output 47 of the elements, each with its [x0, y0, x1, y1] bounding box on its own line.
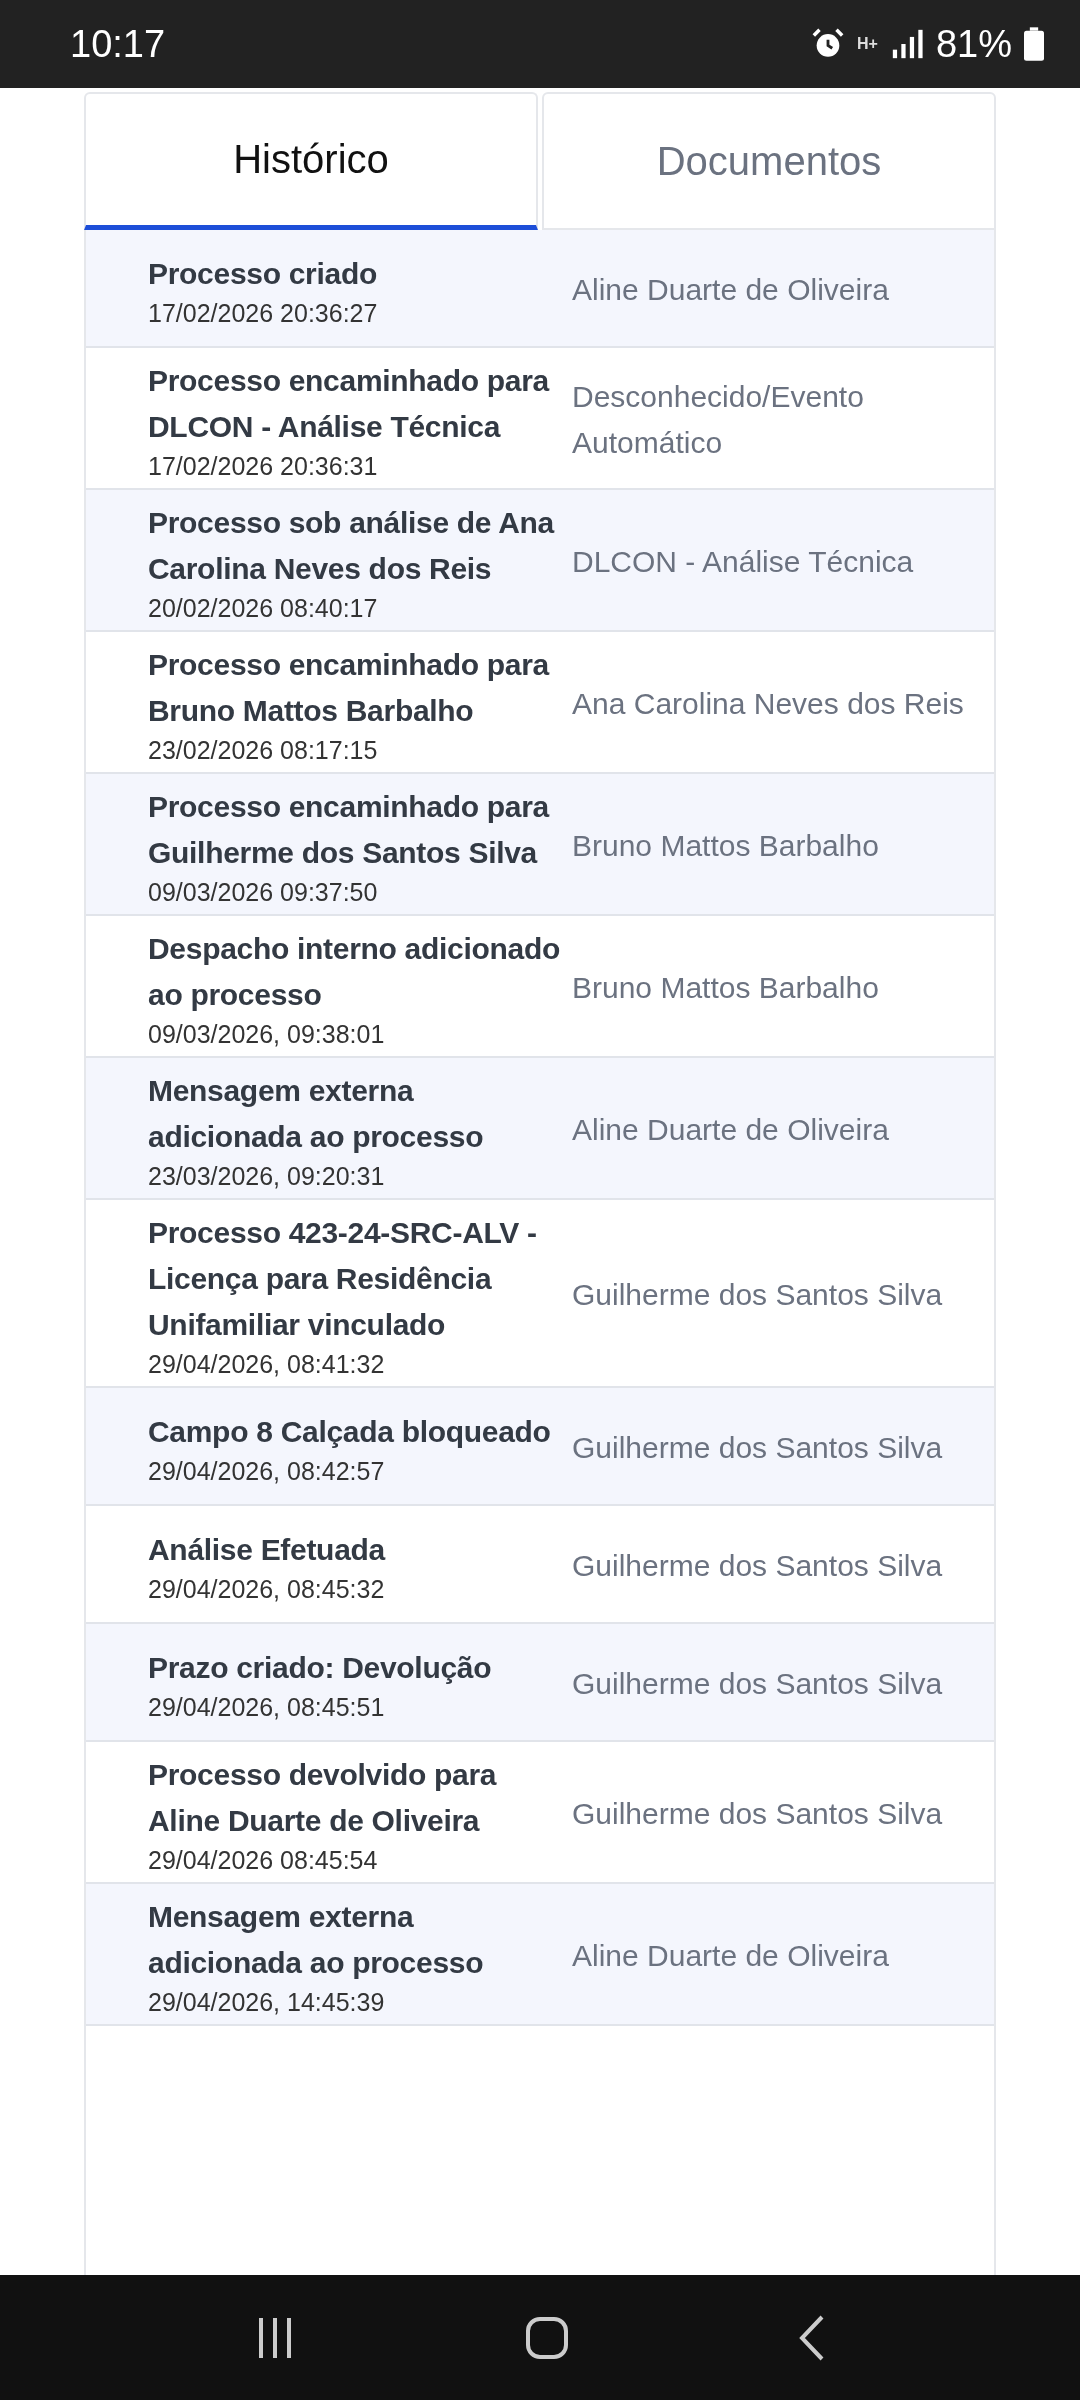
event-date: 29/04/2026, 14:45:39 [148, 1987, 386, 2018]
event-date: 09/03/2026, 09:38:01 [148, 1019, 386, 1050]
event-author: Ana Carolina Neves dos Reis [571, 686, 965, 722]
event-date: 29/04/2026 08:45:54 [148, 1845, 379, 1876]
event-author: Guilherme dos Santos Silva [571, 1548, 944, 1584]
event-author: DLCON - Análise Técnica [571, 544, 915, 580]
event-date: 17/02/2026 20:36:27 [148, 298, 379, 329]
event-title: Mensagem externa adicionada ao processo [148, 1073, 485, 1155]
event-date: 09/03/2026 09:37:50 [148, 877, 379, 908]
home-icon[interactable] [525, 2315, 569, 2360]
event-author: Guilherme dos Santos Silva [571, 1277, 944, 1313]
event-author: Bruno Mattos Barbalho [571, 828, 880, 864]
event-title: Processo encaminhado para DLCON - Análise Técnica [148, 363, 551, 445]
battery-level: 81% [935, 22, 1012, 66]
network-type: H+ [857, 35, 878, 53]
event-author: Aline Duarte de Oliveira [571, 1938, 890, 1974]
tab[interactable]: Documentos [542, 92, 996, 230]
event-title: Campo 8 Calçada bloqueado [148, 1414, 552, 1450]
event-author: Guilherme dos Santos Silva [571, 1430, 944, 1466]
tab[interactable]: Histórico [84, 92, 538, 230]
event-title: Prazo criado: Devolução [148, 1650, 493, 1686]
event-title: Processo encaminhado para Bruno Mattos Barbalho [148, 647, 551, 729]
event-title: Processo encaminhado para Guilherme dos Santos Silva [148, 789, 551, 871]
event-title: Análise Efetuada [148, 1532, 387, 1568]
event-date: 20/02/2026 08:40:17 [148, 593, 379, 624]
event-title: Processo 423-24-SRC-ALV - Licença para Residência Unifamiliar vinculado [148, 1215, 538, 1343]
event-author: Aline Duarte de Oliveira [571, 272, 890, 308]
event-date: 29/04/2026, 08:45:32 [148, 1574, 386, 1605]
event-date: 29/04/2026, 08:42:57 [148, 1456, 386, 1487]
event-date: 23/03/2026, 09:20:31 [148, 1161, 386, 1192]
event-date: 29/04/2026, 08:41:32 [148, 1349, 386, 1380]
event-title: Processo devolvido para Aline Duarte de Oliveira [148, 1757, 498, 1839]
event-author: Bruno Mattos Barbalho [571, 970, 880, 1006]
event-author: Guilherme dos Santos Silva [571, 1796, 944, 1832]
event-date: 29/04/2026, 08:45:51 [148, 1692, 386, 1723]
clock-time: 10:17 [70, 22, 166, 66]
back-icon[interactable] [799, 2314, 825, 2361]
event-author: Guilherme dos Santos Silva [571, 1666, 944, 1702]
event-title: Processo sob análise de Ana Carolina Neves dos Reis [148, 505, 556, 587]
event-title: Despacho interno adicionado ao processo [148, 931, 561, 1013]
event-date: 23/02/2026 08:17:15 [148, 735, 379, 766]
event-date: 17/02/2026 20:36:31 [148, 451, 379, 482]
event-title: Mensagem externa adicionada ao processo [148, 1899, 485, 1981]
event-author: Aline Duarte de Oliveira [571, 1112, 890, 1148]
event-title: Processo criado [148, 256, 378, 292]
event-author: Desconhecido/Evento Automático [571, 379, 865, 461]
battery-icon [1024, 27, 1044, 61]
